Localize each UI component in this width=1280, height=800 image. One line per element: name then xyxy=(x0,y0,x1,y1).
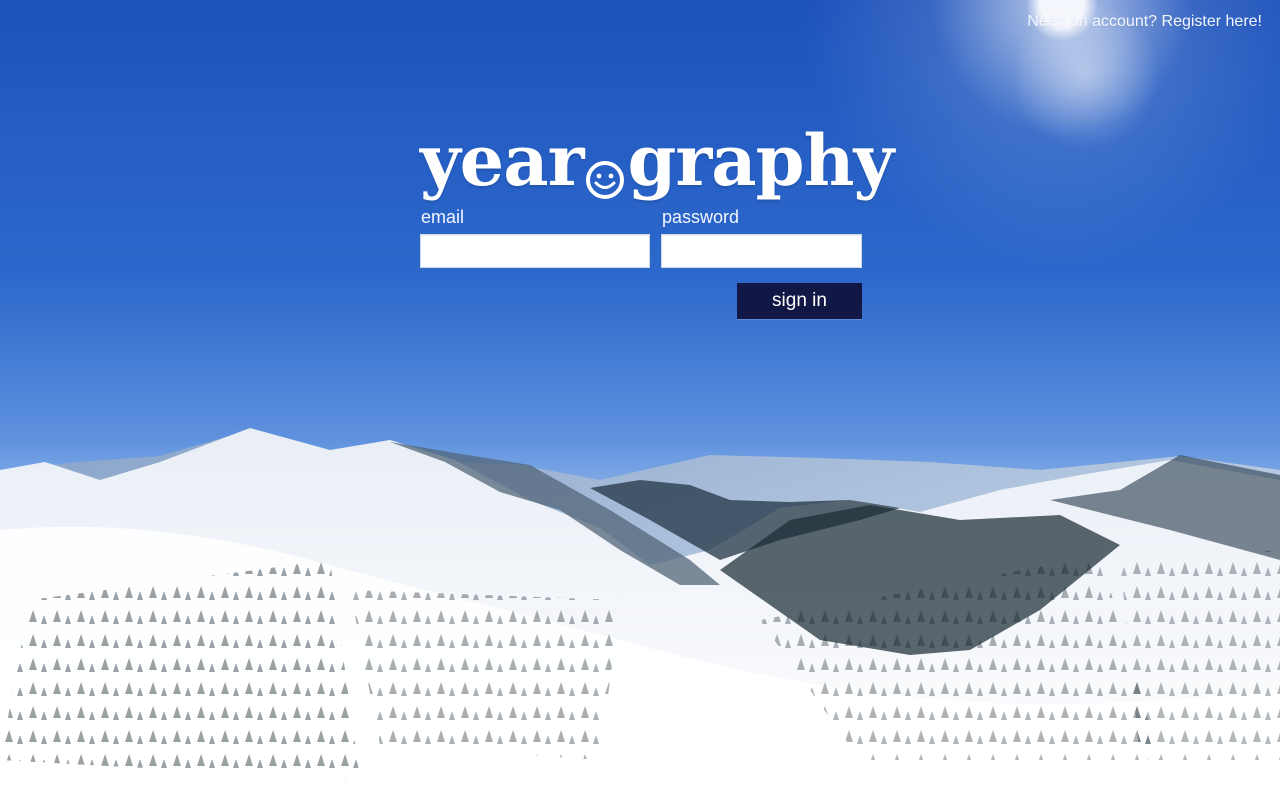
yearography-logo: year graphy xyxy=(420,118,894,204)
password-label: password xyxy=(662,207,740,227)
sign-in-button[interactable]: sign in xyxy=(737,283,862,319)
email-label: email xyxy=(421,207,465,227)
smiley-face-icon-svg xyxy=(586,161,625,199)
login-form: year graphy email password sign in xyxy=(420,118,894,328)
logo-text-graphy: graphy xyxy=(627,119,894,202)
logo-text-year: year xyxy=(420,119,584,202)
register-link[interactable]: Need an account? Register here! xyxy=(1027,13,1262,31)
smiley-face-icon xyxy=(584,134,626,199)
email-input[interactable] xyxy=(420,234,650,268)
password-input[interactable] xyxy=(661,234,862,268)
